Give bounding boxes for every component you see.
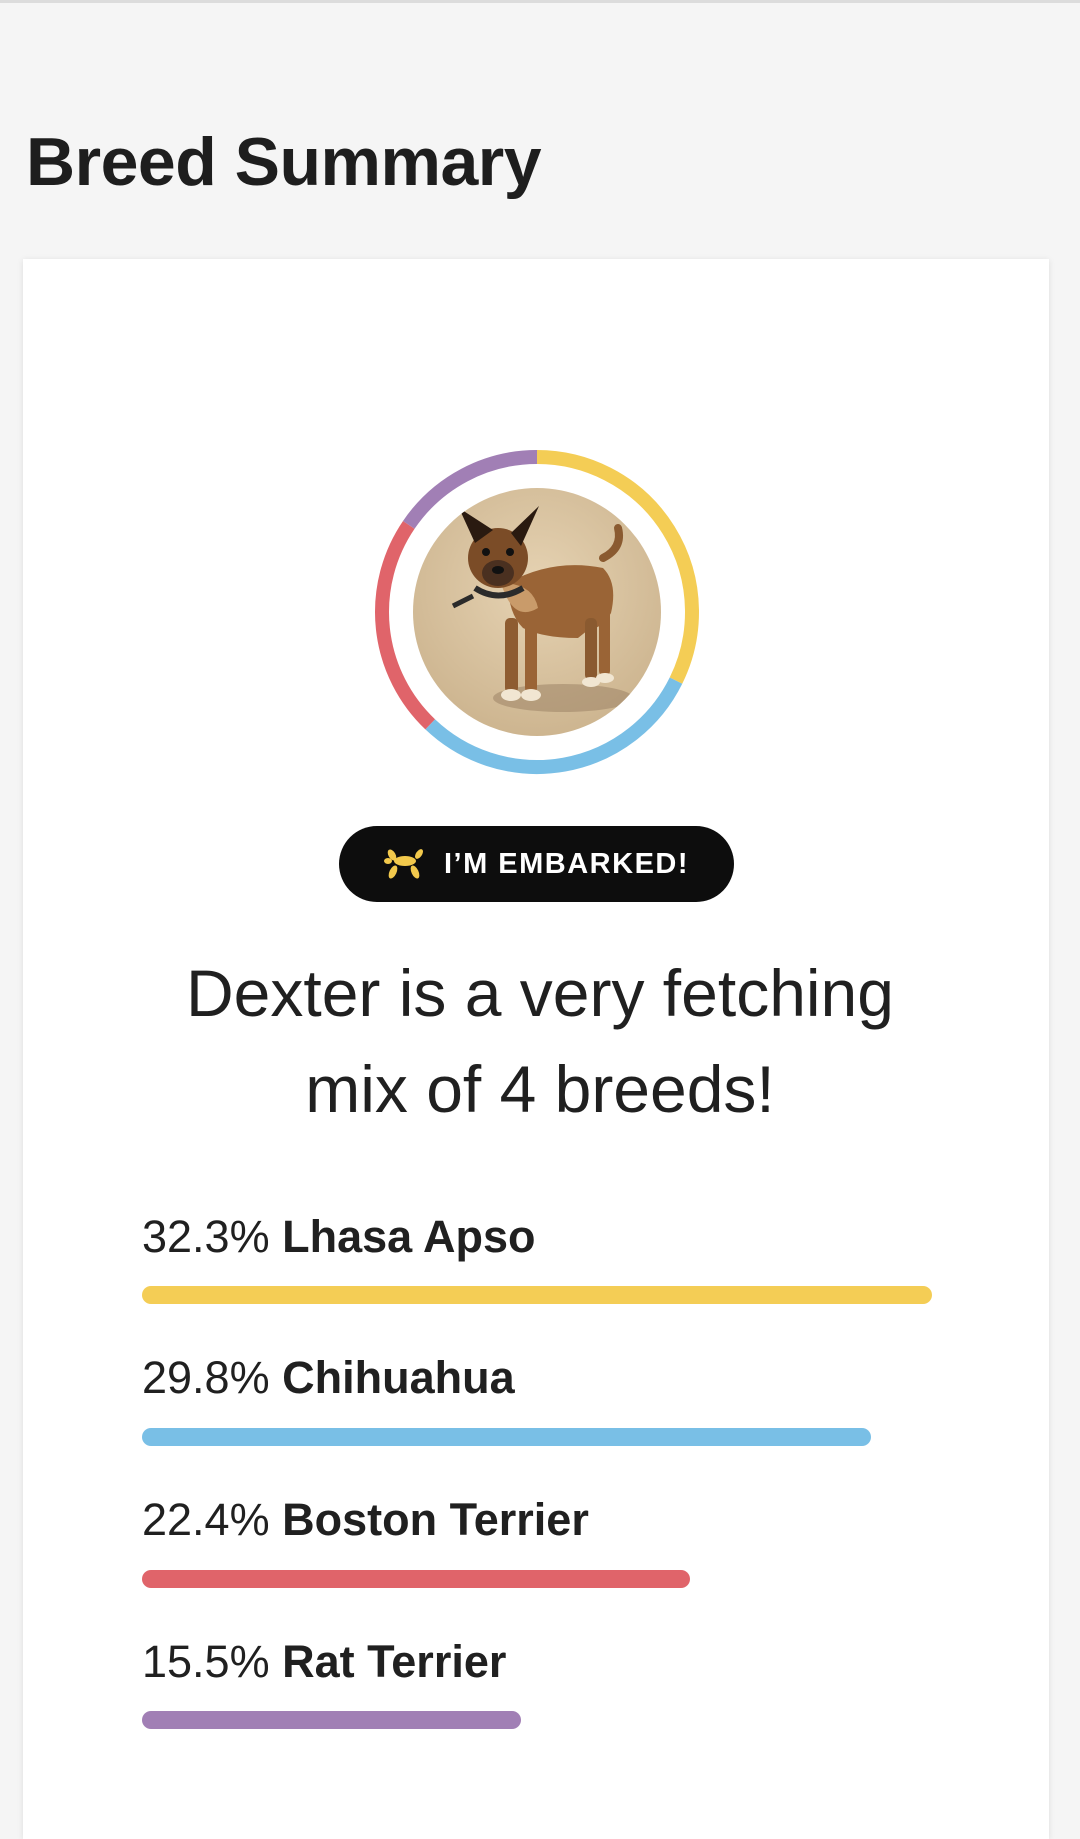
embarked-badge: I’M EMBARKED!: [339, 826, 734, 902]
headline-line-1: Dexter is a very fetching: [186, 956, 894, 1030]
dog-photo: [413, 488, 661, 736]
headline-line-2: mix of 4 breeds!: [305, 1052, 775, 1126]
breed-label: 29.8% Chihuahua: [142, 1350, 942, 1406]
breed-bar: [142, 1428, 871, 1446]
balloon-dog-icon: [383, 848, 426, 880]
breed-name: Boston Terrier: [282, 1494, 589, 1545]
breed-mix-headline: Dexter is a very fetching mix of 4 breed…: [100, 945, 980, 1137]
breed-name: Lhasa Apso: [282, 1211, 536, 1262]
breed-name: Rat Terrier: [282, 1636, 507, 1687]
breed-bar: [142, 1286, 932, 1304]
page-title: Breed Summary: [26, 124, 542, 200]
breed-row-boston-terrier[interactable]: 22.4% Boston Terrier: [142, 1492, 942, 1588]
breed-row-chihuahua[interactable]: 29.8% Chihuahua: [142, 1350, 942, 1446]
breed-name: Chihuahua: [282, 1352, 515, 1403]
breed-percent: 22.4%: [142, 1494, 270, 1545]
badge-label: I’M EMBARKED!: [443, 847, 690, 880]
breed-label: 22.4% Boston Terrier: [142, 1492, 942, 1548]
breed-bar: [142, 1570, 690, 1588]
breed-percent: 32.3%: [142, 1211, 270, 1262]
breed-row-lhasa-apso[interactable]: 32.3% Lhasa Apso: [142, 1209, 942, 1304]
breed-label: 15.5% Rat Terrier: [142, 1634, 942, 1690]
breed-percent: 29.8%: [142, 1352, 270, 1403]
breed-percent: 15.5%: [142, 1636, 270, 1687]
top-divider: [0, 0, 1080, 3]
breed-label: 32.3% Lhasa Apso: [142, 1209, 942, 1265]
breed-row-rat-terrier[interactable]: 15.5% Rat Terrier: [142, 1634, 942, 1729]
breed-bar: [142, 1711, 522, 1729]
